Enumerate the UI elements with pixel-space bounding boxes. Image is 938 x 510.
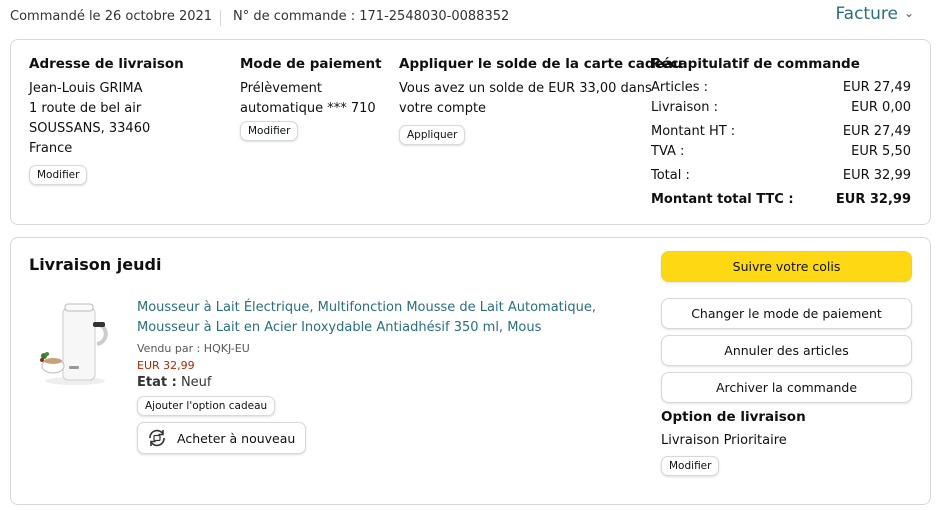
summary-label: Total : — [651, 168, 690, 183]
order-details-card: Adresse de livraison Jean-Louis GRIMA 1 … — [10, 39, 931, 225]
summary-value: EUR 27,49 — [842, 124, 911, 139]
cancel-items-button[interactable]: Annuler des articles — [661, 335, 912, 366]
summary-label: Livraison : — [651, 100, 718, 115]
gift-option-button[interactable]: Ajouter l'option cadeau — [137, 396, 276, 416]
header-divider — [220, 10, 221, 26]
summary-value: EUR 5,50 — [851, 144, 911, 159]
delivery-option-value: Livraison Prioritaire — [661, 433, 787, 448]
archive-order-button[interactable]: Archiver la commande — [661, 372, 912, 403]
edit-delivery-option-button[interactable]: Modifier — [661, 456, 720, 476]
summary-row: TVA : EUR 5,50 — [651, 142, 911, 162]
chevron-down-icon: ⌄ — [903, 6, 914, 20]
shipping-address-section: Adresse de livraison Jean-Louis GRIMA 1 … — [29, 56, 184, 185]
order-header: Commandé le 26 octobre 2021 N° de comman… — [0, 0, 938, 34]
buy-again-label: Acheter à nouveau — [177, 430, 296, 446]
summary-row: Articles : EUR 27,49 — [651, 78, 911, 98]
payment-line: automatique *** 710 — [240, 101, 376, 116]
edit-address-button[interactable]: Modifier — [29, 165, 88, 185]
change-payment-button[interactable]: Changer le mode de paiement — [661, 298, 912, 329]
gift-card-section: Appliquer le solde de la carte cadeau Vo… — [399, 56, 682, 145]
order-summary-title: Récapitulatif de commande — [651, 56, 860, 72]
summary-row: Montant HT : EUR 27,49 — [651, 122, 911, 142]
condition-value: Neuf — [180, 375, 212, 390]
summary-total-label: Montant total TTC : — [651, 192, 794, 207]
delivery-actions: Suivre votre colis Changer le mode de pa… — [661, 251, 912, 476]
payment-method-section: Mode de paiement Prélèvement automatique… — [240, 56, 382, 141]
gift-card-line: Vous avez un solde de EUR 33,00 dans — [399, 81, 652, 96]
summary-value: EUR 0,00 — [851, 100, 911, 115]
order-summary: Récapitulatif de commande Articles : EUR … — [651, 56, 911, 210]
gift-card-title: Appliquer le solde de la carte cadeau — [399, 56, 683, 72]
product-title-line: Mousseur à Lait Électrique, Multifonctio… — [137, 300, 596, 315]
track-package-button[interactable]: Suivre votre colis — [661, 251, 912, 282]
summary-value: EUR 32,99 — [842, 168, 911, 183]
address-line: Jean-Louis GRIMA — [29, 81, 143, 96]
address-line: 1 route de bel air — [29, 101, 142, 116]
product-image[interactable] — [35, 298, 115, 388]
address-line: SOUSSANS, 33460 — [29, 121, 151, 136]
delivery-title: Livraison jeudi — [29, 255, 162, 274]
condition-label: Etat : — [137, 375, 177, 390]
shipping-address-title: Adresse de livraison — [29, 56, 184, 72]
gift-card-line: votre compte — [399, 101, 487, 116]
address-line: France — [29, 141, 73, 156]
summary-total-row: Montant total TTC : EUR 32,99 — [651, 190, 911, 210]
product-details: Mousseur à Lait Électrique, Multifonctio… — [137, 298, 637, 454]
delivery-card: Livraison jeudi Mousseur à Lait Électriq… — [10, 237, 931, 505]
order-number: N° de commande : 171-2548030-0088352 — [233, 9, 510, 24]
product-condition: Etat : Neuf — [137, 375, 637, 390]
payment-line: Prélèvement — [240, 81, 322, 96]
apply-gift-card-button[interactable]: Appliquer — [399, 125, 466, 145]
summary-total-value: EUR 32,99 — [835, 192, 911, 207]
product-price: EUR 32,99 — [137, 359, 195, 372]
invoice-label: Facture — [835, 4, 898, 24]
reorder-icon — [149, 429, 165, 447]
edit-payment-button[interactable]: Modifier — [240, 121, 299, 141]
summary-row: Livraison : EUR 0,00 — [651, 98, 911, 118]
payment-method-title: Mode de paiement — [240, 56, 382, 72]
product-title-link[interactable]: Mousseur à Lait Électrique, Multifonctio… — [137, 298, 637, 338]
summary-label: TVA : — [651, 144, 685, 159]
summary-label: Articles : — [651, 80, 708, 95]
summary-label: Montant HT : — [651, 124, 736, 139]
seller-info: Vendu par : HQKJ-EU — [137, 342, 250, 355]
order-date: Commandé le 26 octobre 2021 — [10, 9, 213, 24]
invoice-dropdown[interactable]: Facture ⌄ — [835, 4, 914, 24]
summary-row: Total : EUR 32,99 — [651, 166, 911, 186]
buy-again-button[interactable]: Acheter à nouveau — [137, 422, 307, 454]
delivery-option-title: Option de livraison — [661, 409, 806, 425]
product-title-line: Mousseur à Lait en Acier Inoxydable Anti… — [137, 320, 542, 335]
summary-value: EUR 27,49 — [842, 80, 911, 95]
